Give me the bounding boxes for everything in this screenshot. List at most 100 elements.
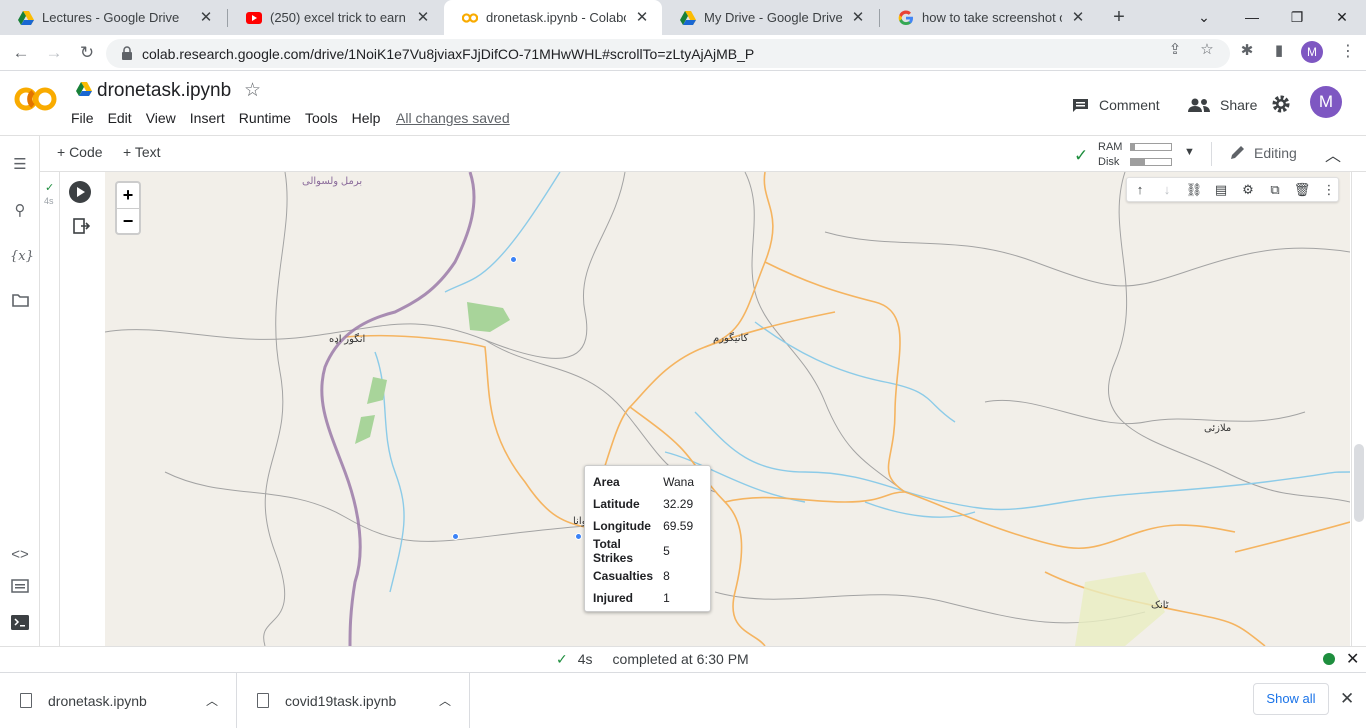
new-tab-button[interactable]: +	[1108, 7, 1130, 29]
link-icon[interactable]: ⛓	[1185, 181, 1203, 199]
output-options-icon[interactable]	[72, 217, 90, 235]
google-drive-icon[interactable]	[76, 82, 92, 96]
table-of-contents-icon[interactable]: ☰	[10, 155, 30, 175]
chevron-up-icon[interactable]: ︿	[206, 692, 218, 709]
ram-usage-bar	[1130, 143, 1172, 151]
cell-exec-time: 4s	[44, 196, 54, 206]
tab-my-drive[interactable]: My Drive - Google Drive ✕	[662, 0, 878, 35]
close-icon[interactable]: ✕	[198, 9, 214, 26]
resource-monitor[interactable]: ✓ RAM Disk ▼	[1074, 138, 1204, 170]
menu-tools[interactable]: Tools	[305, 110, 338, 126]
reload-icon[interactable]: ↻	[74, 41, 100, 65]
delete-icon[interactable]: 🗑	[1293, 181, 1311, 199]
comment-button[interactable]: Comment	[1072, 94, 1160, 116]
chevron-up-icon[interactable]: ︿	[439, 692, 451, 709]
more-options-icon[interactable]: ⋮	[1320, 181, 1338, 199]
move-down-icon[interactable]: ↓	[1158, 181, 1176, 199]
cell-toolbar: ↑ ↓ ⛓ ▤ ⚙ ⧉ 🗑 ⋮	[1126, 177, 1339, 202]
map-tooltip: Area Wana Latitude 32.29 Longitude 69.59 To…	[584, 465, 711, 612]
add-code-button[interactable]: + Code	[57, 144, 103, 160]
code-snippets-icon[interactable]: <>	[10, 545, 30, 565]
minimize-icon[interactable]: —	[1240, 6, 1264, 28]
colab-logo[interactable]	[14, 84, 58, 114]
close-icon[interactable]: ✕	[415, 9, 431, 26]
bookmark-star-icon[interactable]: ☆	[1198, 41, 1216, 59]
google-drive-icon	[18, 10, 34, 26]
zoom-in-button[interactable]: +	[117, 183, 139, 208]
menu-view[interactable]: View	[146, 110, 176, 126]
comment-icon[interactable]: ▤	[1212, 181, 1230, 199]
profile-avatar[interactable]: M	[1301, 41, 1323, 63]
close-icon[interactable]: ✕	[1070, 9, 1086, 26]
share-page-icon[interactable]: ⇪	[1166, 41, 1184, 59]
map-output[interactable]: + − برمل ولسوالی انگور اډه کانیگورم وانا…	[105, 172, 1350, 646]
show-all-button[interactable]: Show all	[1253, 683, 1329, 715]
tab-google-search[interactable]: how to take screenshot of la ✕	[880, 0, 1098, 35]
move-up-icon[interactable]: ↑	[1131, 181, 1149, 199]
tooltip-table: Area Wana Latitude 32.29 Longitude 69.59 To…	[593, 471, 702, 609]
tooltip-row: Total Strikes 5	[593, 537, 670, 565]
add-text-button[interactable]: + Text	[123, 144, 161, 160]
zoom-out-button[interactable]: −	[117, 208, 139, 233]
folder-icon[interactable]	[10, 293, 30, 313]
strike-marker[interactable]	[452, 533, 459, 540]
save-status-link[interactable]: All changes saved	[396, 110, 510, 126]
url-bar[interactable]: colab.research.google.com/drive/1NoiK1e7…	[106, 39, 1230, 68]
people-icon	[1188, 98, 1210, 112]
download-item[interactable]: covid19task.ipynb ︿	[237, 673, 470, 728]
file-icon	[257, 693, 269, 708]
runtime-status-dot	[1323, 653, 1335, 665]
tooltip-row: Casualties 8	[593, 569, 670, 583]
menu-file[interactable]: File	[71, 110, 94, 126]
close-icon[interactable]: ✕	[634, 9, 650, 26]
cell-gutter	[40, 172, 60, 646]
ram-usage-fill	[1131, 144, 1135, 150]
close-icon[interactable]: ✕	[850, 9, 866, 26]
settings-gear-icon[interactable]	[1271, 94, 1291, 114]
menu-insert[interactable]: Insert	[190, 110, 225, 126]
cell-success-check-icon: ✓	[45, 182, 55, 194]
close-downloads-icon[interactable]: ✕	[1340, 689, 1354, 709]
ram-label: RAM	[1098, 141, 1123, 153]
window-close-icon[interactable]: ✕	[1330, 6, 1354, 28]
run-cell-button[interactable]	[69, 181, 91, 203]
variables-icon[interactable]: {x}	[10, 247, 34, 267]
side-panel-icon[interactable]: ▮	[1270, 42, 1288, 60]
user-avatar[interactable]: M	[1310, 86, 1342, 118]
close-icon[interactable]: ✕	[1346, 649, 1359, 669]
chevron-down-icon[interactable]: ▼	[1184, 146, 1195, 158]
left-sidebar: ☰ ⚲ {x} <>	[0, 136, 40, 646]
comment-icon	[1073, 98, 1088, 112]
mirror-cell-icon[interactable]: ⧉	[1266, 181, 1284, 199]
terminal-icon[interactable]	[10, 615, 30, 635]
scrollbar-thumb[interactable]	[1354, 444, 1364, 522]
menu-edit[interactable]: Edit	[108, 110, 132, 126]
browser-menu-icon[interactable]: ⋮	[1340, 42, 1356, 62]
chevron-up-icon[interactable]: ︿	[1325, 142, 1341, 166]
tab-colab[interactable]: dronetask.ipynb - Colaborato ✕	[444, 0, 662, 35]
notebook-title[interactable]: dronetask.ipynb	[97, 80, 231, 102]
star-icon[interactable]: ☆	[244, 79, 261, 102]
restore-icon[interactable]: ❐	[1285, 6, 1309, 28]
tooltip-row: Injured 1	[593, 591, 670, 605]
editing-mode-button[interactable]: Editing	[1229, 144, 1297, 161]
command-palette-icon[interactable]	[10, 579, 30, 599]
strike-marker[interactable]	[575, 533, 582, 540]
extensions-icon[interactable]: ✱	[1238, 42, 1256, 60]
map-label: ملازئی	[1204, 423, 1232, 434]
tab-lectures[interactable]: Lectures - Google Drive ✕	[0, 0, 226, 35]
tab-youtube[interactable]: (250) excel trick to earn - You ✕	[228, 0, 443, 35]
strike-marker[interactable]	[510, 256, 517, 263]
execution-status[interactable]: ✓ 4s completed at 6:30 PM	[556, 651, 749, 668]
tab-search-icon[interactable]: ⌄	[1192, 6, 1216, 28]
disk-usage-bar	[1130, 158, 1172, 166]
share-button[interactable]: Share	[1188, 94, 1257, 116]
connected-check-icon: ✓	[1074, 146, 1089, 165]
cell-settings-icon[interactable]: ⚙	[1239, 181, 1257, 199]
back-icon[interactable]: ←	[8, 41, 34, 65]
download-item[interactable]: dronetask.ipynb ︿	[0, 673, 237, 728]
menu-runtime[interactable]: Runtime	[239, 110, 291, 126]
search-icon[interactable]: ⚲	[10, 201, 30, 221]
forward-icon[interactable]: →	[41, 41, 67, 65]
menu-help[interactable]: Help	[352, 110, 381, 126]
